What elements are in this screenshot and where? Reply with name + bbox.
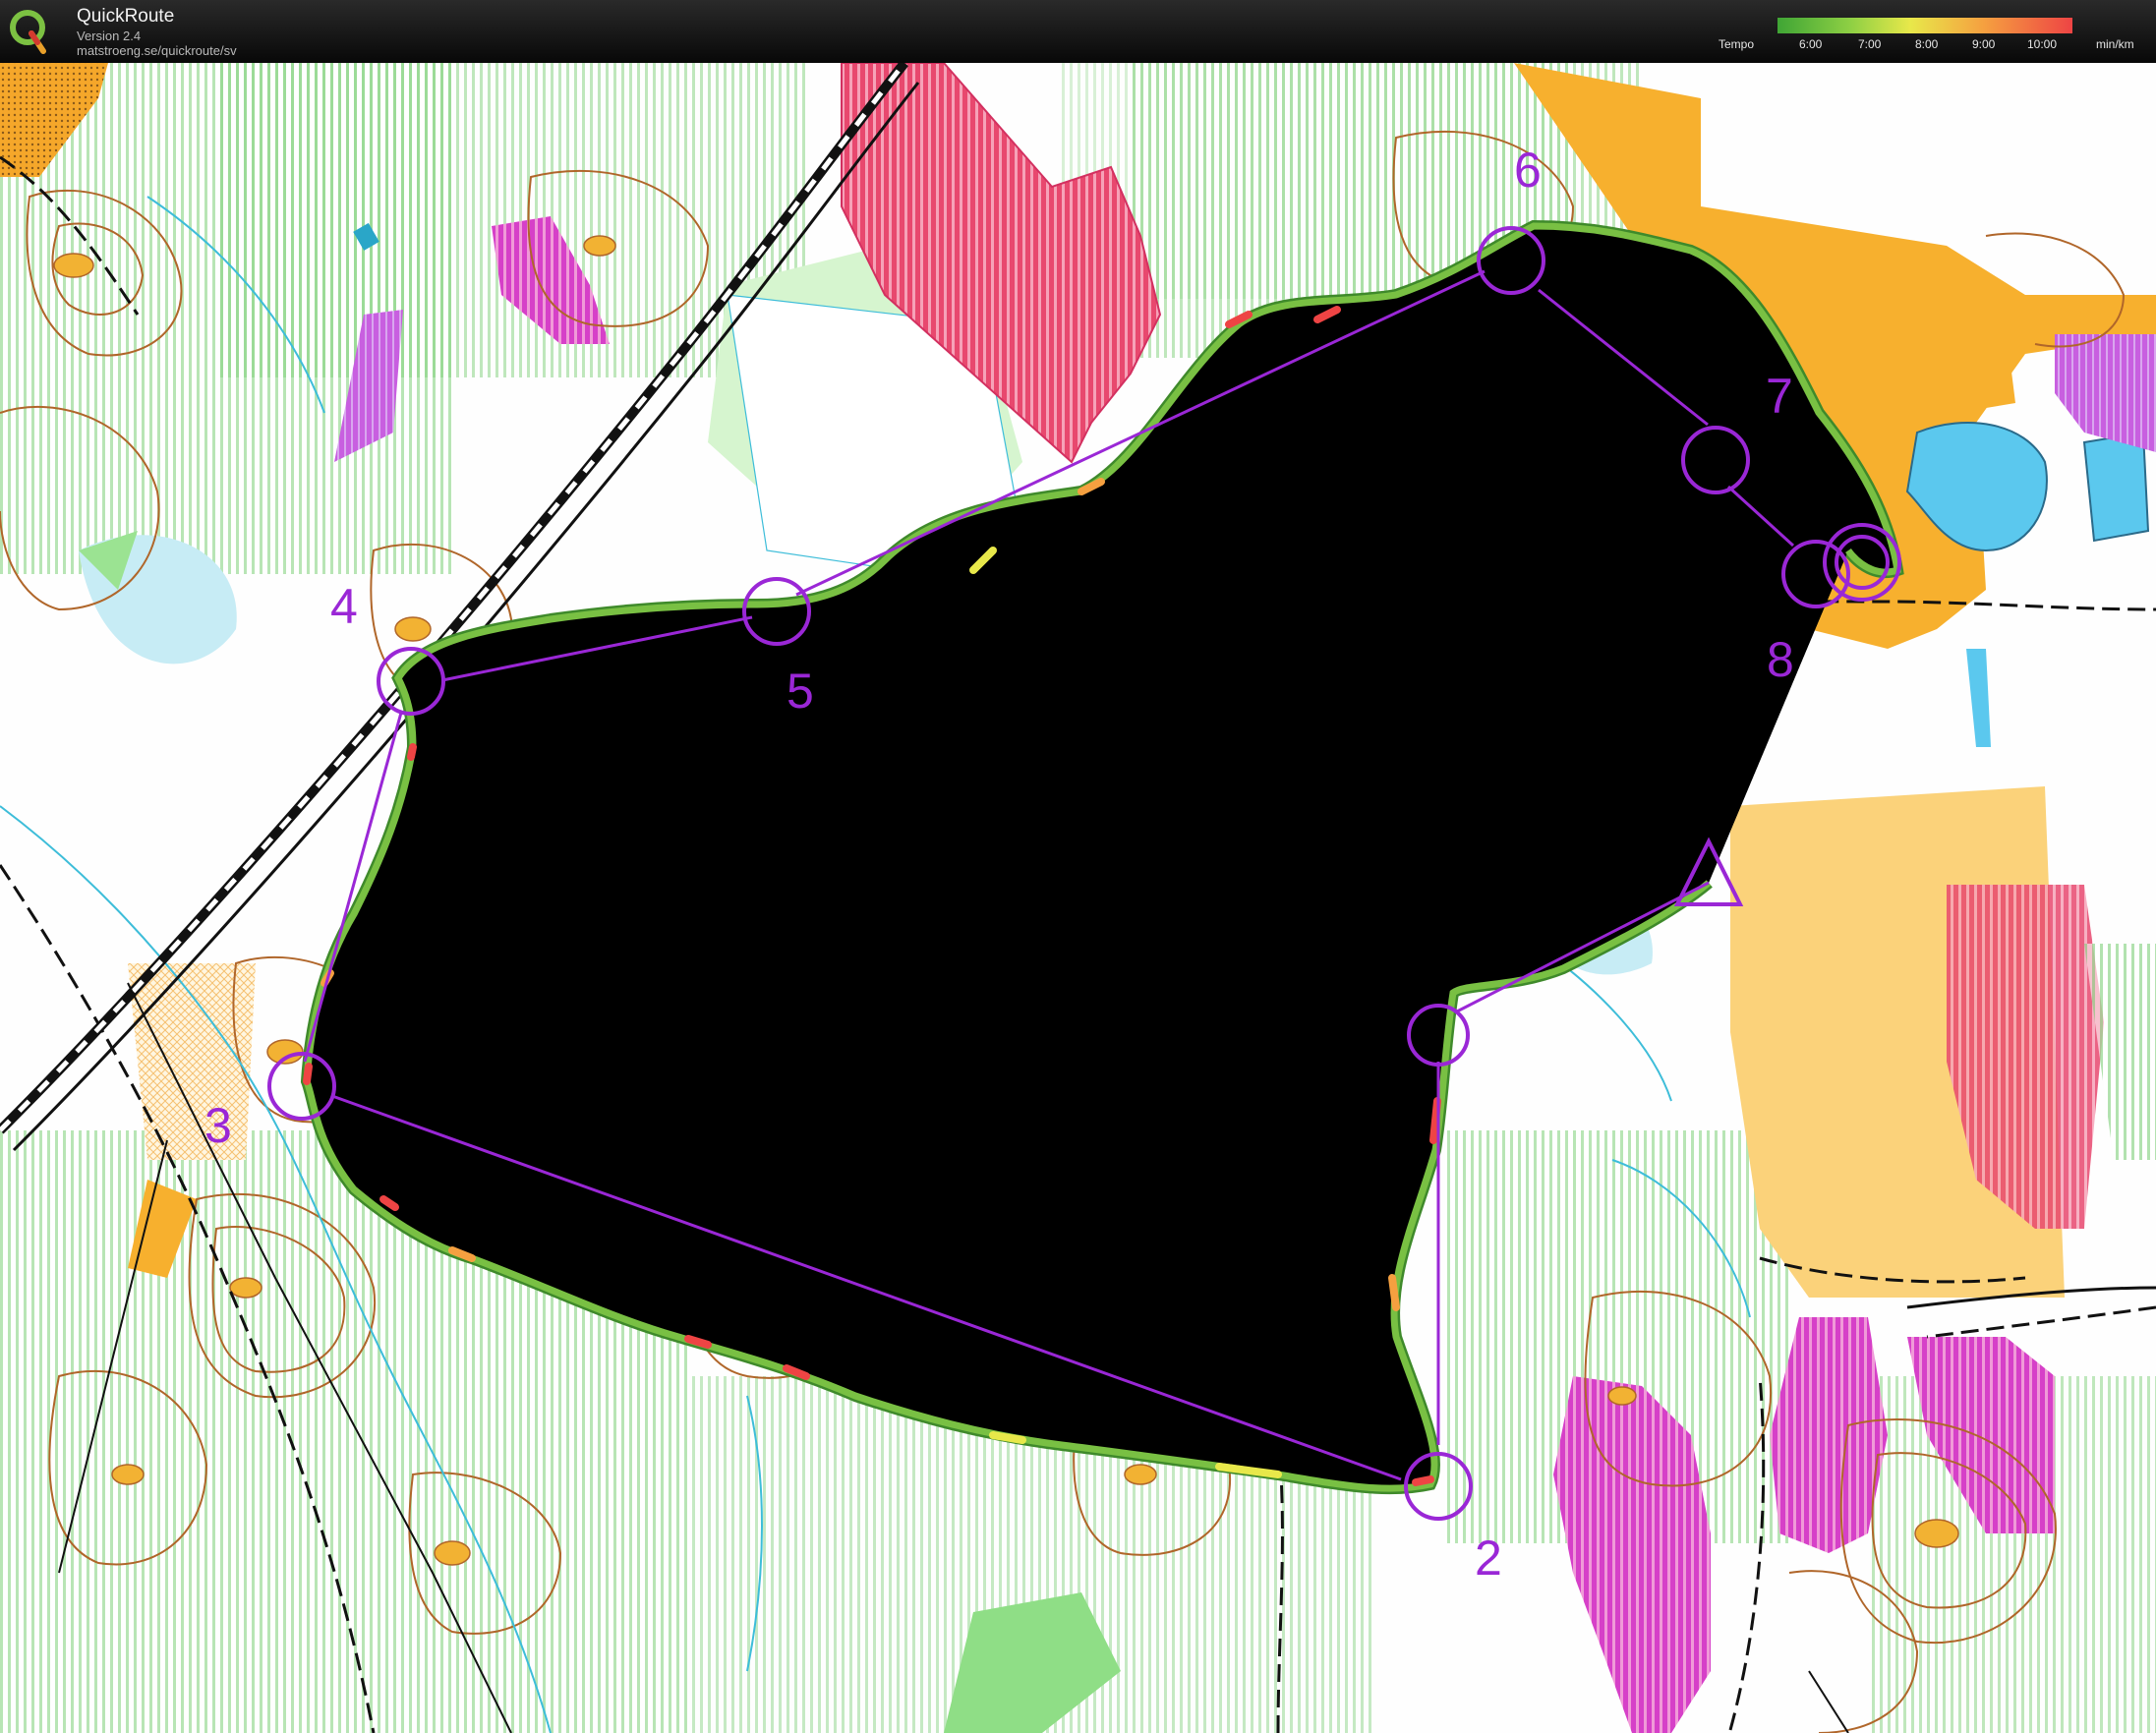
legend-unit: min/km (2096, 37, 2134, 51)
orienteering-map[interactable]: 2 3 4 5 6 7 8 (0, 63, 2156, 1733)
map-canvas[interactable]: 2 3 4 5 6 7 8 (0, 63, 2156, 1733)
legend-tick: 10:00 (2027, 37, 2058, 51)
legend-color-bar (1777, 18, 2072, 33)
app-version: Version 2.4 (77, 29, 142, 43)
app-name: QuickRoute (77, 6, 175, 27)
control-number: 2 (1475, 1531, 1502, 1586)
legend-label: Tempo (1719, 37, 1755, 51)
app-url: matstroeng.se/quickroute/sv (77, 43, 237, 58)
control-number: 5 (787, 664, 814, 719)
control-number: 3 (204, 1098, 232, 1153)
quickroute-logo-icon (10, 10, 46, 54)
control-number: 7 (1766, 369, 1793, 424)
legend-tick: 8:00 (1915, 37, 1939, 51)
pace-legend: Tempo 6:00 7:00 8:00 9:00 10:00 min/km (1711, 0, 2156, 63)
header-bar: QuickRoute Version 2.4 matstroeng.se/qui… (0, 0, 2156, 63)
control-number: 4 (330, 579, 358, 634)
control-number: 6 (1514, 143, 1542, 198)
quickroute-viewer: QuickRoute Version 2.4 matstroeng.se/qui… (0, 0, 2156, 1733)
legend-tick: 6:00 (1799, 37, 1823, 51)
legend-tick: 9:00 (1972, 37, 1996, 51)
control-number: 8 (1767, 632, 1794, 687)
legend-tick: 7:00 (1858, 37, 1882, 51)
